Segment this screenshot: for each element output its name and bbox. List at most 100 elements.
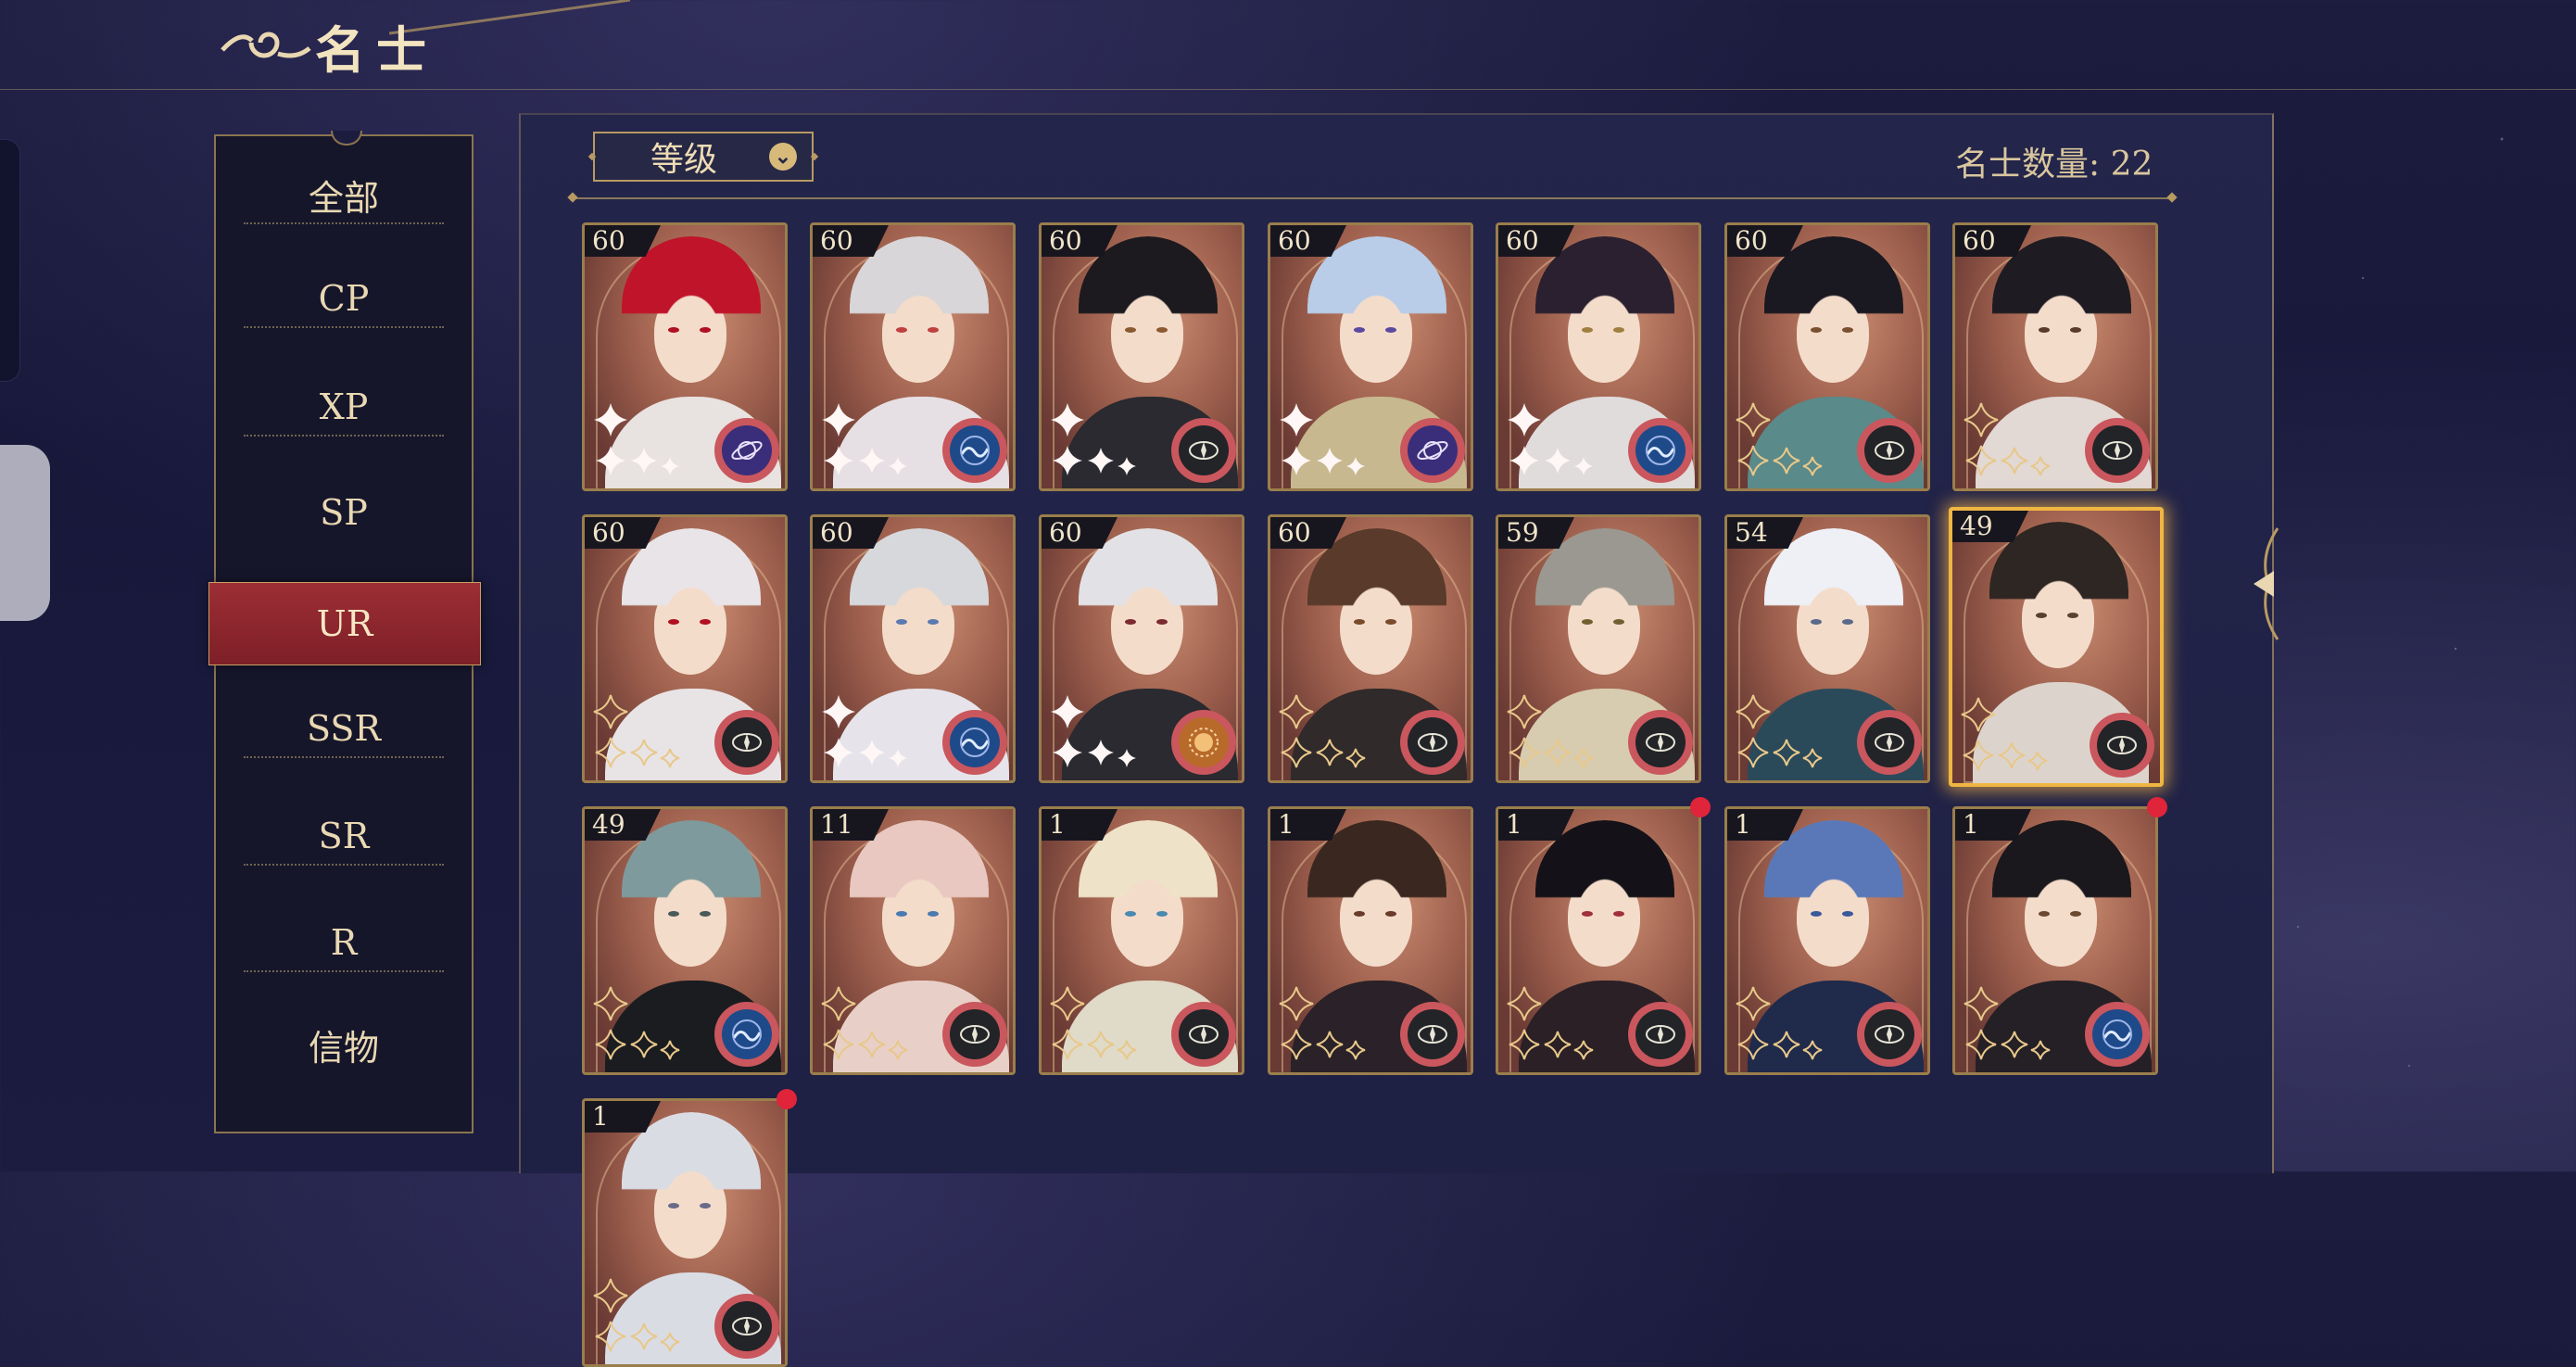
hero-card[interactable]: 1 <box>1952 806 2158 1075</box>
hero-eye <box>1354 327 1365 333</box>
hero-hair <box>1307 528 1446 667</box>
hero-eye <box>2039 911 2050 917</box>
hero-card[interactable]: 11 <box>810 806 1016 1075</box>
sidebar-item-sp[interactable]: SP <box>216 480 472 545</box>
hero-card[interactable]: 1 <box>582 1098 788 1367</box>
hero-eye <box>1582 911 1593 917</box>
wave-icon <box>722 1009 772 1059</box>
sort-dropdown-label: 等级 <box>650 141 718 179</box>
left-edge-panel[interactable] <box>0 139 20 382</box>
element-badge <box>714 418 779 483</box>
sidebar-item-ur[interactable]: UR <box>208 582 481 665</box>
hero-eye <box>1582 327 1593 333</box>
hero-hair <box>1764 528 1903 667</box>
sidebar-item-全部[interactable]: 全部 <box>216 162 472 227</box>
hero-card[interactable]: 1 <box>1268 806 1473 1075</box>
compass-icon <box>722 1301 772 1351</box>
hero-eye <box>928 911 939 917</box>
compass-icon <box>1864 425 1914 475</box>
page-title: 名士 <box>315 20 437 80</box>
star-rank-icon <box>1280 403 1365 475</box>
hero-card[interactable]: 60 <box>582 222 788 491</box>
sidebar-item-sr[interactable]: SR <box>216 804 472 868</box>
hero-eye <box>928 619 939 625</box>
hero-hair <box>622 1112 761 1251</box>
hero-card[interactable]: 49 <box>1949 507 2164 787</box>
sidebar-item-ssr[interactable]: SSR <box>216 696 472 761</box>
wave-icon <box>950 717 1000 767</box>
element-badge <box>1628 1002 1693 1067</box>
new-notification-dot <box>1690 797 1711 817</box>
star-rank-icon <box>593 694 680 768</box>
hero-card[interactable]: 60 <box>1039 222 1244 491</box>
star-rank-icon <box>821 986 908 1060</box>
hero-card[interactable]: 1 <box>1039 806 1244 1075</box>
star-rank-icon <box>1964 402 2051 476</box>
wave-icon <box>1635 425 1686 475</box>
hero-hair <box>622 820 761 959</box>
hero-card[interactable]: 60 <box>582 514 788 783</box>
hero-card[interactable]: 60 <box>1496 222 1701 491</box>
sun-icon <box>1179 717 1229 767</box>
compass-icon <box>1179 425 1229 475</box>
hero-hair <box>1535 820 1674 959</box>
sidebar-separator <box>244 435 444 437</box>
hero-eye <box>1385 327 1396 333</box>
star-rank-icon <box>593 986 680 1060</box>
element-badge <box>942 710 1007 775</box>
compass-icon <box>1408 1009 1458 1059</box>
star-rank-icon <box>1508 403 1593 475</box>
sidebar-notch-ornament <box>331 131 362 146</box>
collapse-arrow-button[interactable] <box>2241 519 2292 649</box>
element-badge <box>1628 418 1693 483</box>
hero-eye <box>700 327 711 333</box>
element-badge <box>714 1294 779 1359</box>
star-rank-icon <box>1051 695 1136 767</box>
hero-eye <box>668 327 679 333</box>
hero-eye <box>928 327 939 333</box>
element-badge <box>1400 418 1465 483</box>
element-badge <box>1857 418 1922 483</box>
compass-icon <box>1179 1009 1229 1059</box>
hero-card[interactable]: 60 <box>810 222 1016 491</box>
hero-eye <box>1385 911 1396 917</box>
sidebar-item-cp[interactable]: CP <box>216 266 472 331</box>
hero-eye <box>2070 327 2081 333</box>
hero-hair <box>1989 522 2128 661</box>
hero-eye <box>700 1203 711 1209</box>
star-rank-icon <box>1507 694 1594 768</box>
element-badge <box>1857 710 1922 775</box>
element-badge <box>942 1002 1007 1067</box>
hero-card[interactable]: 60 <box>1039 514 1244 783</box>
hero-eye <box>1125 327 1136 333</box>
hero-hair <box>1992 820 2131 959</box>
star-rank-icon <box>1736 986 1823 1060</box>
hero-card[interactable]: 60 <box>810 514 1016 783</box>
hero-card[interactable]: 54 <box>1724 514 1930 783</box>
hero-eye <box>1354 619 1365 625</box>
hero-card[interactable]: 60 <box>1268 514 1473 783</box>
hero-card[interactable]: 60 <box>1952 222 2158 491</box>
sort-dropdown[interactable]: 等级 ⌄ <box>587 132 819 182</box>
hero-eye <box>1385 619 1396 625</box>
sidebar-item-信物[interactable]: 信物 <box>216 1012 472 1077</box>
hero-hair <box>1079 528 1218 667</box>
hero-card[interactable]: 59 <box>1496 514 1701 783</box>
sidebar-item-r[interactable]: R <box>216 910 472 975</box>
hero-card[interactable]: 60 <box>1268 222 1473 491</box>
compass-icon <box>1864 1009 1914 1059</box>
hero-card[interactable]: 49 <box>582 806 788 1075</box>
sidebar-item-xp[interactable]: XP <box>216 374 472 439</box>
hero-card[interactable]: 1 <box>1496 806 1701 1075</box>
hero-card[interactable]: 1 <box>1724 806 1930 1075</box>
hero-eye <box>2036 613 2047 618</box>
left-edge-handle[interactable] <box>0 445 50 621</box>
hero-hair <box>1535 236 1674 375</box>
hero-eye <box>1125 911 1136 917</box>
hero-card[interactable]: 60 <box>1724 222 1930 491</box>
chevron-down-icon: ⌄ <box>769 143 797 171</box>
element-badge <box>1171 710 1236 775</box>
hero-eye <box>668 1203 679 1209</box>
hero-hair <box>850 528 989 667</box>
hero-hair <box>1992 236 2131 375</box>
